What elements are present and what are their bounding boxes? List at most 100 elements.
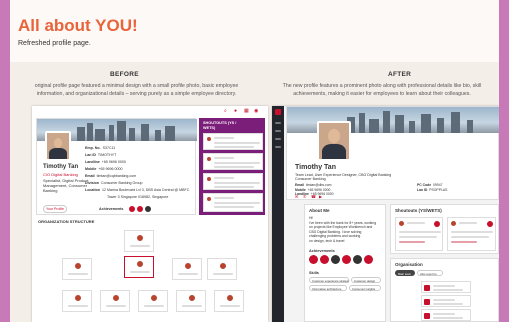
org-node[interactable] xyxy=(214,290,244,312)
achievement-badge xyxy=(137,206,143,212)
org-node[interactable] xyxy=(138,290,168,312)
about-me-card: About Me Hi! I've been with the bank for… xyxy=(304,204,386,322)
profile-role-line2: Consumer Banking xyxy=(295,177,326,181)
avatar-icon[interactable]: ◉ xyxy=(254,108,258,114)
video-icon[interactable]: ▶ xyxy=(319,194,322,199)
shoutout-card[interactable] xyxy=(395,217,443,251)
nav-icon[interactable] xyxy=(275,146,281,148)
organisation-card: Organisation Main team Also report to xyxy=(390,258,499,322)
field-label: Landline xyxy=(85,160,100,164)
before-profile-card: Timothy Tan CIO Digital Banking Speciali… xyxy=(36,118,197,215)
achievement-badge xyxy=(331,255,340,264)
your-profile-label: Your Profile xyxy=(46,207,64,211)
tab-main-team-label: Main team xyxy=(398,271,412,276)
phone-icon[interactable]: ☎ xyxy=(311,194,316,199)
after-screenshot: Timothy Tan Team Lead, User Experience D… xyxy=(272,106,499,322)
org-row[interactable] xyxy=(421,295,471,307)
field-value: Consumer Banking Group xyxy=(100,181,143,185)
org-node-head[interactable] xyxy=(124,230,154,252)
field-label: Email xyxy=(295,183,305,187)
chat-icon[interactable]: ✆ xyxy=(303,194,306,199)
field-label: PC Code xyxy=(417,183,432,187)
profile-name: Timothy Tan xyxy=(295,164,336,171)
field-label: Mobile xyxy=(295,187,306,192)
field-label: Location xyxy=(85,188,100,192)
field-value: +65 9696 0000 xyxy=(307,187,331,192)
org-node[interactable] xyxy=(172,258,202,280)
nav-icon[interactable] xyxy=(275,122,281,124)
before-heading: BEFORE xyxy=(110,71,139,78)
skill-chip-label: Customer design xyxy=(354,278,376,283)
skill-chip: Information architecture xyxy=(309,285,347,291)
field-value: 12 Marina Boulevard Lvl 3, DBS Asia Cent… xyxy=(101,188,190,192)
skill-chip: Customer experience strategy xyxy=(309,277,349,283)
after-heading: AFTER xyxy=(388,71,412,78)
org-node-self[interactable] xyxy=(124,256,154,278)
field-value: +65 9696 0000 xyxy=(101,160,126,164)
contact-action-icons: ✉ ✆ ☎ ▶ xyxy=(295,194,345,200)
field-label: Lan ID xyxy=(85,153,96,157)
skills-title: Skills xyxy=(309,271,319,275)
shoutout-card[interactable] xyxy=(447,217,496,251)
field-label: Emp. No. xyxy=(85,146,101,150)
grid-icon[interactable]: ▦ xyxy=(244,108,249,114)
profile-dept-line3: Banking xyxy=(43,188,58,193)
shoutouts-title-line2: WETS) xyxy=(203,126,216,130)
field-value: timtan@dbs.com xyxy=(305,183,332,187)
your-profile-button[interactable]: Your Profile xyxy=(43,205,67,213)
field-value: 09947 xyxy=(433,183,443,187)
before-description-line1: original profile page featured a minimal… xyxy=(34,83,239,89)
notification-icon[interactable]: ● xyxy=(234,108,237,114)
org-row[interactable] xyxy=(421,281,471,293)
before-description: original profile page featured a minimal… xyxy=(10,82,263,98)
achievement-badge xyxy=(364,255,373,264)
slide-page: All about YOU! Refreshed profile page. B… xyxy=(10,0,499,322)
field-label: Lan ID xyxy=(417,187,428,192)
about-me-title: About Me xyxy=(309,208,330,213)
org-node[interactable] xyxy=(62,258,92,280)
tab-also-report-to[interactable]: Also report to xyxy=(417,270,443,276)
achievement-badge xyxy=(342,255,351,264)
org-node[interactable] xyxy=(100,290,130,312)
after-shoutouts-card: Shoutouts (YS/WETS) xyxy=(390,204,499,254)
app-logo xyxy=(275,109,281,115)
email-icon[interactable]: ✉ xyxy=(295,194,298,199)
search-icon[interactable]: ⌕ xyxy=(224,108,227,114)
tab-also-report-to-label: Also report to xyxy=(420,271,437,276)
after-description: The new profile features a prominent pho… xyxy=(265,82,499,98)
nav-icon[interactable] xyxy=(275,130,281,132)
page-subtitle: Refreshed profile page. xyxy=(18,40,91,47)
achievement-badge xyxy=(129,206,135,212)
shoutout-card[interactable] xyxy=(203,153,263,170)
app-sidebar xyxy=(272,106,284,322)
shoutout-card[interactable] xyxy=(203,173,263,190)
before-description-line2: information, and organizational details … xyxy=(36,91,237,97)
about-me-text: Hi! I've been with the bank for 8+ years… xyxy=(309,216,385,244)
profile-name: Timothy Tan xyxy=(43,164,79,170)
profile-fields-right: PC Code 09947 Lan ID PSOPPLAS xyxy=(417,183,447,192)
skill-chip-label: Information architecture xyxy=(312,286,342,291)
profile-role: CIO Digital Banking xyxy=(43,172,78,177)
org-node[interactable] xyxy=(62,290,92,312)
achievement-badge xyxy=(320,255,329,264)
after-description-line1: The new profile features a prominent pho… xyxy=(282,83,482,89)
skill-chip: Consumer insights xyxy=(349,285,381,291)
achievements-label: Achievements xyxy=(99,207,124,211)
tab-main-team[interactable]: Main team xyxy=(395,270,415,276)
field-label: Division xyxy=(85,181,99,185)
org-node[interactable] xyxy=(176,290,206,312)
after-description-line2: achievements, making it easier for emplo… xyxy=(293,91,471,97)
org-node[interactable] xyxy=(207,258,237,280)
skill-chip: Customer design xyxy=(351,277,381,283)
shoutouts-title-line1: SHOUTOUTS (YS / xyxy=(203,121,237,125)
nav-icon[interactable] xyxy=(275,138,281,140)
org-row[interactable] xyxy=(421,309,471,321)
organisation-title: Organisation xyxy=(395,262,423,267)
before-screenshot: ⌕ ● ▦ ◉ Timothy Tan CIO Digital Banking … xyxy=(32,106,268,322)
shoutout-card[interactable] xyxy=(203,133,263,150)
shoutout-card[interactable] xyxy=(203,193,263,212)
profile-fields: Emp. No. S37C11 Lan ID TIMOTHYT Landline… xyxy=(85,145,189,201)
shoutouts-panel: SHOUTOUTS (YS / WETS) xyxy=(199,118,265,215)
achievement-badge xyxy=(145,206,151,212)
profile-photo-small xyxy=(45,131,71,161)
